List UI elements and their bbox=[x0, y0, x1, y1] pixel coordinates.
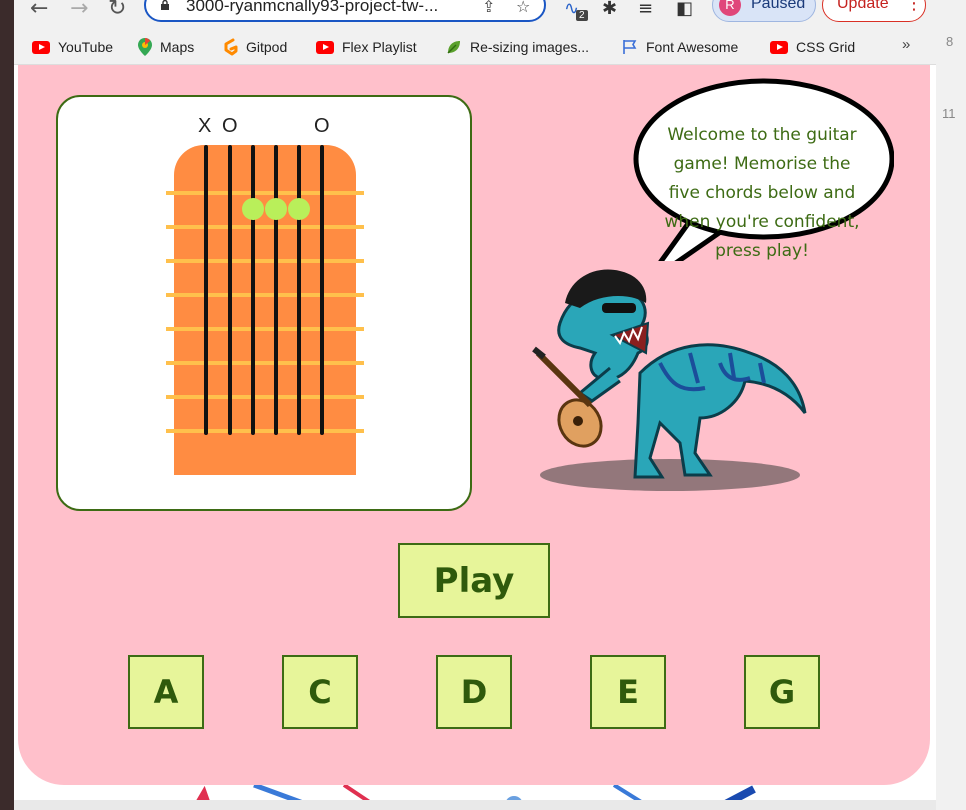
speech-bubble: Welcome to the guitar game! Memorise the… bbox=[630, 75, 894, 261]
bookmark-resizing-images[interactable]: Re-sizing images... bbox=[446, 37, 589, 57]
browser-toolbar: ← → ↻ 3000-ryanmcnally93-project-tw-... … bbox=[14, 0, 936, 30]
string-mark-muted: X bbox=[198, 115, 212, 137]
dinosaur-guitarist-illustration bbox=[532, 269, 807, 491]
profile-paused-button[interactable]: R Paused bbox=[712, 0, 816, 22]
finger-position-dot bbox=[288, 198, 310, 220]
puzzle-extensions-icon[interactable]: ✱ bbox=[602, 0, 617, 19]
extension-badge: 2 bbox=[576, 10, 588, 21]
adjacent-window-edge: 8 11 bbox=[936, 0, 966, 810]
lock-icon bbox=[161, 0, 169, 10]
bookmark-flex-playlist[interactable]: Flex Playlist bbox=[316, 37, 417, 57]
maps-pin-icon bbox=[138, 38, 152, 56]
fret-line bbox=[166, 327, 364, 331]
bookmark-label: Gitpod bbox=[246, 39, 288, 55]
youtube-icon bbox=[32, 40, 50, 54]
bookmarks-bar: YouTube Maps Gitpod Flex Playlist Re-siz… bbox=[14, 30, 936, 65]
fret-line bbox=[166, 429, 364, 433]
chord-button-d[interactable]: D bbox=[436, 655, 512, 729]
string-mark-open: O bbox=[314, 115, 330, 137]
leaf-icon bbox=[447, 41, 460, 54]
guitar-string bbox=[320, 145, 324, 435]
line-number: 8 bbox=[946, 34, 954, 49]
gitpod-icon bbox=[224, 38, 238, 56]
fret-line bbox=[166, 395, 364, 399]
game-board: X O O Welcome to the guitar game! Memori… bbox=[18, 65, 930, 785]
guitar-string bbox=[204, 145, 208, 435]
bookmark-label: Font Awesome bbox=[646, 39, 739, 55]
forward-arrow-icon[interactable]: → bbox=[70, 0, 88, 21]
back-arrow-icon[interactable]: ← bbox=[30, 0, 48, 21]
fret-line bbox=[166, 259, 364, 263]
bookmark-css-grid[interactable]: CSS Grid bbox=[770, 37, 855, 57]
update-label: Update bbox=[837, 0, 889, 12]
bookmark-youtube[interactable]: YouTube bbox=[32, 37, 113, 57]
chord-button-e[interactable]: E bbox=[590, 655, 666, 729]
share-icon[interactable]: ⇪ bbox=[482, 0, 495, 16]
address-bar[interactable]: 3000-ryanmcnally93-project-tw-... ⇪ ☆ bbox=[144, 0, 546, 22]
guitar-string bbox=[297, 145, 301, 435]
finger-position-dot bbox=[242, 198, 264, 220]
reload-icon[interactable]: ↻ bbox=[108, 0, 126, 21]
bookmark-gitpod[interactable]: Gitpod bbox=[222, 37, 287, 57]
chord-button-a[interactable]: A bbox=[128, 655, 204, 729]
media-queue-icon[interactable]: ≡ bbox=[638, 0, 653, 19]
bookmark-maps[interactable]: Maps bbox=[138, 37, 194, 57]
bookmark-label: CSS Grid bbox=[796, 39, 856, 55]
star-icon[interactable]: ☆ bbox=[516, 0, 530, 16]
chord-diagram-card: X O O bbox=[56, 95, 472, 511]
welcome-message: Welcome to the guitar game! Memorise the… bbox=[664, 125, 860, 261]
youtube-icon bbox=[316, 40, 334, 54]
line-number: 11 bbox=[942, 106, 956, 121]
update-button[interactable]: Update ⋮ bbox=[822, 0, 926, 22]
chord-button-c[interactable]: C bbox=[282, 655, 358, 729]
chord-button-g[interactable]: G bbox=[744, 655, 820, 729]
bookmark-label: YouTube bbox=[58, 39, 114, 55]
string-mark-open: O bbox=[222, 115, 238, 137]
guitar-string bbox=[228, 145, 232, 435]
fret-line bbox=[166, 293, 364, 297]
url-text: 3000-ryanmcnally93-project-tw-... bbox=[186, 0, 439, 15]
flag-icon bbox=[623, 40, 637, 54]
guitar-string bbox=[274, 145, 278, 435]
bottom-status-strip bbox=[14, 800, 936, 810]
avatar: R bbox=[719, 0, 741, 16]
bookmark-label: Flex Playlist bbox=[342, 39, 417, 55]
fret-line bbox=[166, 361, 364, 365]
bookmark-label: Maps bbox=[160, 39, 195, 55]
side-panel-icon[interactable]: ◧ bbox=[676, 0, 693, 19]
browser-window: ← → ↻ 3000-ryanmcnally93-project-tw-... … bbox=[14, 0, 936, 810]
bookmark-label: Re-sizing images... bbox=[470, 39, 590, 55]
profile-status-label: Paused bbox=[751, 0, 806, 12]
youtube-icon bbox=[770, 40, 788, 54]
finger-position-dot bbox=[265, 198, 287, 220]
fret-line bbox=[166, 225, 364, 229]
kebab-menu-icon[interactable]: ⋮ bbox=[905, 0, 923, 14]
bookmark-font-awesome[interactable]: Font Awesome bbox=[622, 37, 738, 57]
guitar-string bbox=[251, 145, 255, 435]
play-button[interactable]: Play bbox=[398, 543, 550, 618]
fret-line bbox=[166, 191, 364, 195]
page-viewport: X O O Welcome to the guitar game! Memori… bbox=[14, 65, 936, 810]
more-bookmarks-button[interactable]: » bbox=[902, 36, 910, 53]
